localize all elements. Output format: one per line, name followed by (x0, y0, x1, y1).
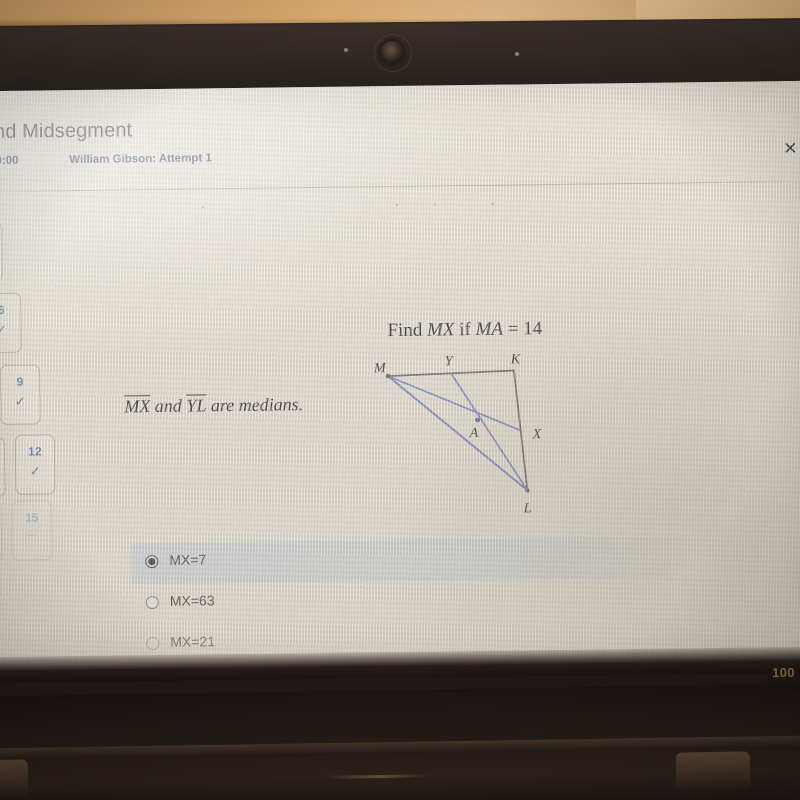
prompt-prefix: Find (387, 319, 428, 342)
nav-tile-status-icon: — (26, 529, 38, 541)
photo-of-laptop-screen: and Midsegment :00:00 William Gibson: At… (0, 0, 800, 800)
point-label-x: X (532, 427, 542, 442)
prompt-equation: = 14 (502, 318, 543, 340)
quiz-timer: :00:00 (0, 154, 19, 168)
microphone-led (514, 51, 520, 57)
nav-tile-6[interactable]: 6 ✓ (0, 292, 22, 354)
segment-yl-overline: YL (186, 394, 207, 416)
attempt-label: William Gibson: Attempt 1 (69, 152, 212, 167)
answer-option-label: MX=7 (169, 551, 207, 568)
laptop-screen: and Midsegment :00:00 William Gibson: At… (0, 80, 800, 672)
given-and: and (150, 395, 187, 417)
nav-tile-number: 14 (0, 513, 1, 527)
prompt-if: if (454, 318, 476, 341)
toolbar-dots (0, 199, 800, 214)
nav-tile-status-icon: ✓ (14, 393, 26, 409)
radio-button[interactable] (145, 595, 159, 610)
point-label-a: A (469, 426, 479, 441)
nav-tile-status-icon: — (0, 533, 1, 543)
segment-mx-overline: MX (124, 395, 151, 417)
vertex-label-l: L (523, 501, 532, 516)
median-highlight-ml (387, 375, 529, 492)
answer-option-label: MX=63 (169, 592, 215, 609)
prompt-segment-mx: MX (426, 319, 455, 341)
centroid-point-a (475, 417, 480, 423)
nav-tile-9[interactable]: 9 ✓ (0, 364, 41, 425)
zoom-indicator: 100 (771, 664, 796, 681)
given-tail: are medians. (206, 394, 304, 416)
given-statement: MX and YL are medians. (124, 393, 303, 417)
laptop-foot-left (0, 759, 29, 799)
nav-tile-11[interactable]: 11 ✓ (0, 436, 6, 498)
nav-tile-12[interactable]: 12 ✓ (14, 434, 56, 495)
webcam-icon (380, 40, 404, 64)
answer-option-label: MX=21 (170, 633, 216, 650)
nav-tile-14[interactable]: 14 — (0, 502, 3, 564)
prompt-segment-ma: MA (475, 318, 504, 340)
radio-button[interactable] (146, 636, 160, 651)
median-mx (387, 375, 522, 432)
point-label-y: Y (445, 354, 455, 369)
nav-tile-number: 9 (16, 374, 24, 389)
header-divider (0, 180, 800, 193)
nav-tile-status-icon: ✓ (0, 467, 4, 480)
nav-tile-3[interactable]: 3 ✓ (0, 220, 3, 282)
nav-tile-status-icon: ✓ (0, 251, 2, 264)
vertex-label-m: M (374, 361, 387, 376)
nav-tile-number: 15 (24, 510, 39, 525)
close-icon[interactable]: ✕ (783, 139, 798, 159)
answer-option-1[interactable]: MX=7 (131, 536, 672, 585)
camera-indicator-led (343, 47, 349, 53)
answer-option-2[interactable]: MX=63 (132, 578, 672, 626)
nav-tile-15[interactable]: 15 — (11, 500, 53, 561)
question-prompt: Find MX if MA = 14 (387, 318, 542, 342)
quiz-page: and Midsegment :00:00 William Gibson: At… (0, 81, 800, 672)
vertex-label-k: K (510, 352, 521, 367)
nav-tile-status-icon: ✓ (0, 321, 7, 338)
page-title: and Midsegment (0, 119, 133, 144)
question-nav-grid: 3 ✓ 6 ✓ 9 ✓ 11 ✓ 12 ✓ (0, 220, 56, 564)
nav-tile-status-icon: ✓ (29, 463, 41, 479)
triangle-median-diagram: M Y K A X L (373, 352, 542, 516)
geometry-figure: M Y K A X L (373, 352, 576, 520)
nav-tile-number: 3 (0, 231, 1, 245)
nav-tile-number: 12 (28, 444, 42, 459)
radio-button-selected[interactable] (145, 555, 159, 569)
nav-tile-number: 11 (0, 447, 4, 461)
nav-tile-number: 6 (0, 302, 5, 317)
laptop-foot-right (675, 751, 751, 791)
